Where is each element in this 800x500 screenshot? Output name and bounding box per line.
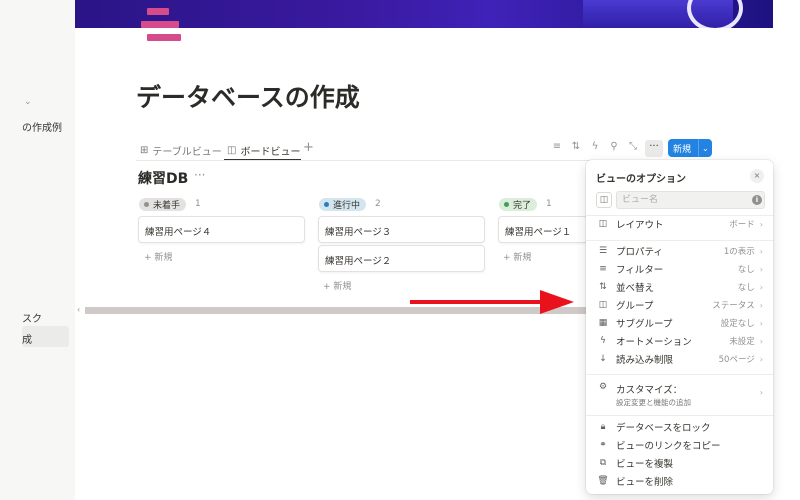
chevron-right-icon: › xyxy=(759,318,763,328)
sidebar-item-example[interactable]: の作成例 xyxy=(22,119,62,134)
option-properties[interactable]: ☰ プロパティ 1の表示 › xyxy=(586,242,773,260)
database-title[interactable]: 練習DB xyxy=(138,168,188,188)
option-layout[interactable]: ◫ レイアウト ボード › xyxy=(586,215,773,233)
option-filter[interactable]: ≡ フィルター なし › xyxy=(586,260,773,278)
option-load-limit[interactable]: ↓ 読み込み制限 50ページ › xyxy=(586,350,773,368)
cover-logo-icon xyxy=(687,0,743,28)
more-options-button[interactable]: ··· xyxy=(645,140,663,157)
table-icon: ⊞ xyxy=(140,144,149,156)
page-icon[interactable] xyxy=(141,8,185,44)
sidebar-item-current[interactable]: 成 xyxy=(22,331,32,346)
board-icon: ◫ xyxy=(227,144,237,156)
subgroup-icon: ▦ xyxy=(598,318,608,328)
status-badge: 完了 xyxy=(499,197,538,211)
chevron-right-icon: › xyxy=(759,282,763,292)
column-count: 1 xyxy=(546,199,552,209)
sidebar-item-task[interactable]: スク xyxy=(22,310,42,325)
add-card-button[interactable]: + 新規 xyxy=(503,250,531,263)
filter-icon: ≡ xyxy=(599,264,607,274)
sidebar: ⌄ の作成例 スク 成 xyxy=(0,0,75,500)
tab-label: ボードビュー xyxy=(240,146,301,158)
new-button[interactable]: 新規 ⌄ xyxy=(668,139,712,157)
status-badge: 進行中 xyxy=(319,197,367,211)
lock-icon: 🔒︎ xyxy=(600,422,606,432)
chevron-down-icon[interactable]: ⌄ xyxy=(699,144,709,153)
board-card[interactable]: 練習用ページ３ xyxy=(318,216,485,243)
automation-icon[interactable]: ϟ xyxy=(588,141,602,152)
option-sort[interactable]: ⇅ 並べ替え なし › xyxy=(586,278,773,296)
view-options-popover: ビューのオプション × ◫ i ◫ レイアウト ボード › ☰ プロパティ 1の… xyxy=(586,160,773,494)
option-group[interactable]: ◫ グループ ステータス › xyxy=(586,296,773,314)
chevron-right-icon: › xyxy=(759,336,763,346)
filter-icon[interactable]: ≡ xyxy=(550,141,564,152)
column-count: 2 xyxy=(375,199,381,209)
database-more-button[interactable]: ··· xyxy=(194,168,205,182)
duplicate-view-item[interactable]: ⧉ ビューを複製 xyxy=(586,454,773,472)
customize-subtitle: 設定変更と機能の追加 xyxy=(616,398,691,407)
properties-icon: ☰ xyxy=(598,246,608,256)
chevron-right-icon: › xyxy=(759,219,763,229)
popover-title: ビューのオプション xyxy=(596,174,686,185)
chevron-right-icon: › xyxy=(759,246,763,256)
board-column-header[interactable]: 未着手 1 xyxy=(139,197,201,211)
board-column-header[interactable]: 進行中 2 xyxy=(319,197,381,211)
chevron-right-icon: › xyxy=(759,354,763,364)
notion-window: ⌄ の作成例 スク 成 データベースの作成 ⊞ テーブルビュー ◫ ボードビュー… xyxy=(0,0,800,500)
add-card-button[interactable]: + 新規 xyxy=(144,250,172,263)
option-automation[interactable]: ϟ オートメーション 未設定 › xyxy=(586,332,773,350)
add-view-button[interactable]: + xyxy=(303,140,314,155)
chevron-down-icon[interactable]: ⌄ xyxy=(24,97,32,107)
close-icon[interactable]: × xyxy=(750,169,764,183)
new-button-label: 新規 xyxy=(673,144,692,155)
add-card-button[interactable]: + 新規 xyxy=(323,279,351,292)
expand-icon[interactable]: ⤡ xyxy=(626,141,640,152)
tab-label: テーブルビュー xyxy=(152,146,222,158)
board-card[interactable]: 練習用ページ２ xyxy=(318,245,485,272)
lock-database-item[interactable]: 🔒︎ データベースをロック xyxy=(586,418,773,436)
board-card[interactable]: 練習用ページ４ xyxy=(138,216,305,243)
annotation-arrow-head xyxy=(540,290,574,314)
link-icon: ⚭ xyxy=(599,440,607,450)
status-badge: 未着手 xyxy=(139,197,187,211)
column-count: 1 xyxy=(195,199,201,209)
search-icon[interactable]: ⚲ xyxy=(607,141,621,152)
scroll-left-icon[interactable]: ‹ xyxy=(77,305,80,314)
tab-table-view[interactable]: ⊞ テーブルビュー xyxy=(140,141,222,159)
board-column-header[interactable]: 完了 1 xyxy=(499,197,552,211)
copy-view-link-item[interactable]: ⚭ ビューのリンクをコピー xyxy=(586,436,773,454)
chevron-right-icon: › xyxy=(759,388,763,397)
chevron-right-icon: › xyxy=(759,264,763,274)
info-icon[interactable]: i xyxy=(752,195,762,205)
load-limit-icon: ↓ xyxy=(599,354,607,364)
gear-icon: ⚙ xyxy=(598,382,608,392)
page-title[interactable]: データベースの作成 xyxy=(136,78,360,114)
sort-icon[interactable]: ⇅ xyxy=(569,141,583,152)
chevron-right-icon: › xyxy=(759,300,763,310)
trash-icon: 🗑︎ xyxy=(597,476,609,486)
automation-icon: ϟ xyxy=(600,336,606,346)
option-subgroup[interactable]: ▦ サブグループ 設定なし › xyxy=(586,314,773,332)
duplicate-icon: ⧉ xyxy=(599,458,607,468)
sort-icon: ⇅ xyxy=(599,282,607,292)
board-icon: ◫ xyxy=(598,219,608,229)
delete-view-item[interactable]: 🗑︎ ビューを削除 xyxy=(586,472,773,490)
view-name-input[interactable] xyxy=(616,191,765,209)
view-icon-picker[interactable]: ◫ xyxy=(596,192,612,208)
board-card[interactable]: 練習用ページ１ xyxy=(498,216,588,243)
tab-board-view[interactable]: ◫ ボードビュー xyxy=(227,141,300,159)
annotation-arrow xyxy=(410,300,545,304)
group-icon: ◫ xyxy=(598,300,608,310)
horizontal-scrollbar[interactable] xyxy=(85,307,595,314)
